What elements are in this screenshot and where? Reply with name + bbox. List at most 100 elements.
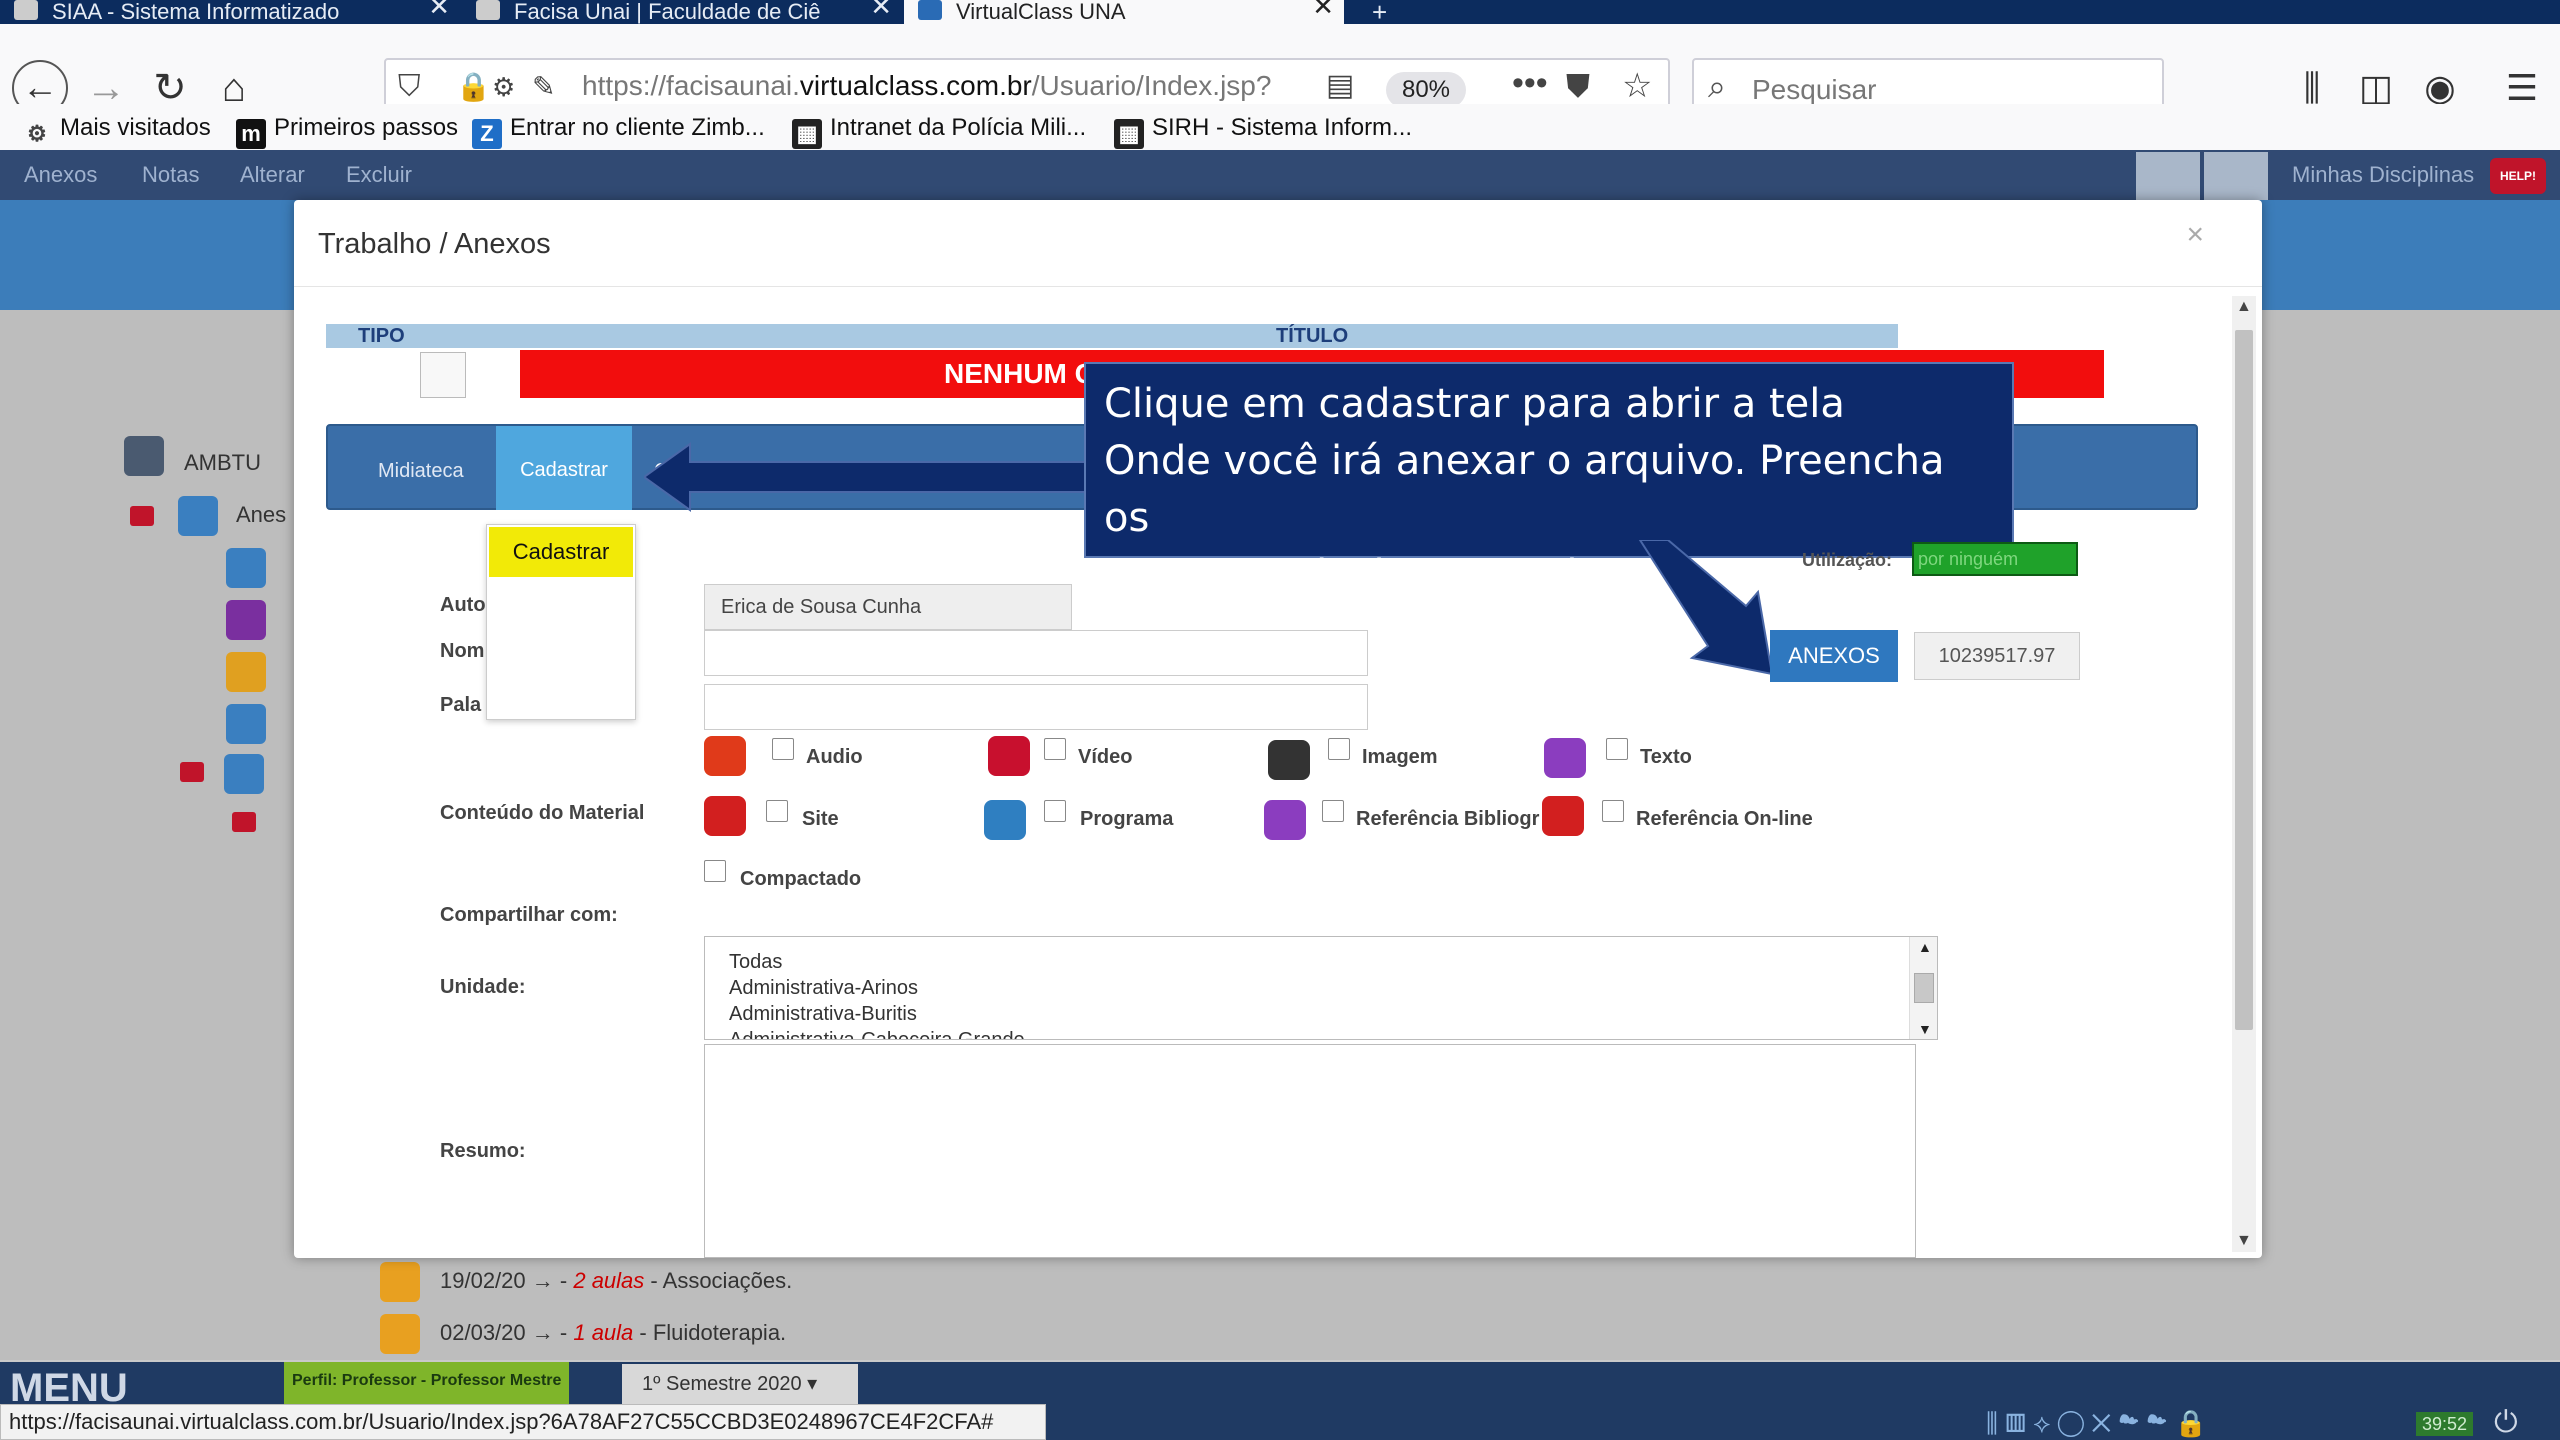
autor-field: Erica de Sousa Cunha [704, 584, 1072, 630]
tab-cadastrar[interactable]: Cadastrar [496, 426, 632, 510]
audio-checkbox[interactable] [772, 738, 794, 760]
empty-message: NENHUM C [944, 358, 1095, 389]
tray-icons[interactable]: ⫼ ▥ ⟡ ◯ ✕ ☁ ☁ 🔒 [1986, 1408, 2207, 1440]
bookmark-intranet[interactable]: ▦ Intranet da Polícia Mili... [792, 110, 1086, 149]
bookmark-primeiros-passos[interactable]: m Primeiros passos [236, 110, 458, 149]
close-tab-icon[interactable]: ✕ [870, 0, 892, 19]
unidade-option[interactable]: Administrativa-Arinos [729, 977, 918, 1000]
scroll-thumb[interactable] [1914, 973, 1934, 1003]
help-icon[interactable]: HELP! [2490, 158, 2546, 194]
app-menu-bar: Anexos Notas Alterar Excluir Minhas Disc… [0, 150, 2560, 200]
browser-tab-2[interactable]: Facisa Unai | Faculdade de Ciê ✕ [462, 0, 902, 24]
zoom-level[interactable]: 80% [1386, 72, 1466, 108]
pen-icon[interactable] [2136, 152, 2200, 200]
lesson-row[interactable]: 02/03/20 → - 1 aula - Fluidoterapia. [440, 1320, 786, 1346]
resumo-textarea[interactable] [704, 1044, 1916, 1258]
permissions-icon[interactable]: ⚙ [492, 72, 515, 103]
lesson-row[interactable]: 19/02/20 → - 2 aulas - Associações. [440, 1268, 792, 1294]
bookmark-label: Primeiros passos [274, 114, 459, 141]
divider [294, 286, 2262, 287]
programa-checkbox[interactable] [1044, 800, 1066, 822]
menu-anexos[interactable]: Anexos [24, 162, 97, 188]
semester-select[interactable]: 1º Semestre 2020 ▾ [622, 1364, 858, 1404]
bookmark-star-icon[interactable]: ☆ [1622, 66, 1652, 106]
bookmark-label: Mais visitados [60, 114, 211, 141]
url-path: /Usuario/Index.jsp? [1031, 70, 1272, 101]
scroll-up-icon[interactable]: ▲ [1918, 939, 1932, 955]
dropdown-cadastrar[interactable]: Cadastrar [489, 527, 633, 577]
close-icon[interactable]: × [2186, 218, 2204, 252]
grid-icon: ▦ [792, 119, 822, 149]
bookmark-zimbra[interactable]: Z Entrar no cliente Zimb... [472, 110, 765, 149]
scroll-up-icon[interactable]: ▲ [2236, 298, 2252, 316]
menu-excluir[interactable]: Excluir [346, 162, 412, 188]
tracking-icon[interactable]: ✎ [532, 70, 555, 103]
texto-checkbox[interactable] [1606, 738, 1628, 760]
folder-icon [178, 496, 218, 536]
pocket-icon[interactable]: ⛊ [1566, 68, 1590, 106]
unidade-option[interactable]: Todas [729, 951, 782, 974]
unidade-option[interactable]: Administrativa-Buritis [729, 1003, 917, 1026]
unidade-option[interactable]: Administrativa-Cabeceira Grande [729, 1029, 1025, 1039]
pointer-arrow [644, 442, 1104, 512]
scroll-down-icon[interactable]: ▼ [2236, 1232, 2252, 1250]
text-icon [1544, 738, 1586, 778]
menu-notas[interactable]: Notas [142, 162, 199, 188]
page-actions-icon[interactable]: ••• [1512, 64, 1548, 103]
listbox-scrollbar[interactable]: ▲ ▼ [1909, 937, 1937, 1039]
reader-view-icon[interactable]: ▤ [1326, 68, 1354, 103]
document-icon [420, 352, 466, 398]
video-checkbox[interactable] [1044, 738, 1066, 760]
bookmark-mais-visitados[interactable]: ⚙ Mais visitados [22, 110, 211, 149]
palavras-field[interactable] [704, 684, 1368, 730]
imagem-checkbox[interactable] [1328, 738, 1350, 760]
semester-value: 1º Semestre 2020 [642, 1373, 802, 1395]
help-label: HELP! [2500, 169, 2536, 183]
tab-midiateca[interactable]: Midiateca [378, 460, 464, 483]
anexos-button[interactable]: ANEXOS [1770, 630, 1898, 682]
z-icon: Z [472, 119, 502, 149]
lesson-date: 02/03/20 [440, 1320, 526, 1345]
close-tab-icon[interactable]: ✕ [428, 0, 450, 19]
scroll-down-icon[interactable]: ▼ [1918, 1021, 1932, 1037]
collapse-icon[interactable] [130, 506, 154, 526]
browser-tab-3[interactable]: VirtualClass UNA ✕ [904, 0, 1344, 24]
column-titulo: TÍTULO [1276, 325, 1349, 347]
bookmark-label: Entrar no cliente Zimb... [510, 114, 765, 141]
referencia-online-checkbox[interactable] [1602, 800, 1624, 822]
utilizacao-value: por ninguém [1918, 549, 2019, 569]
minhas-disciplinas-link[interactable]: Minhas Disciplinas [2292, 162, 2474, 188]
close-tab-icon[interactable]: ✕ [1312, 0, 1334, 19]
document-icon[interactable] [2204, 152, 2268, 200]
compactado-checkbox[interactable] [704, 860, 726, 882]
nome-field[interactable] [704, 630, 1368, 676]
item-icon [226, 652, 266, 692]
profile-badge: Perfil: Professor - Professor Mestre [284, 1362, 570, 1406]
table-header: TIPO TÍTULO [326, 324, 1898, 348]
course-label[interactable]: AMBTU [184, 450, 261, 476]
modal-scrollbar[interactable]: ▲ ▼ [2232, 296, 2256, 1252]
program-icon [984, 800, 1026, 840]
collapse-icon[interactable] [180, 762, 204, 782]
site-checkbox[interactable] [766, 800, 788, 822]
referencia-bibliografica-checkbox[interactable] [1322, 800, 1344, 822]
audio-label: Audio [806, 746, 863, 768]
power-icon[interactable]: ⏻ [2494, 1406, 2518, 1440]
tab-label: SIAA - Sistema Informatizado [52, 0, 340, 24]
m-icon: m [236, 119, 266, 149]
new-tab-button[interactable]: + [1360, 0, 1410, 24]
site-icon [704, 796, 746, 836]
menu-alterar[interactable]: Alterar [240, 162, 305, 188]
collapse-icon[interactable] [232, 812, 256, 832]
browser-tab-1[interactable]: SIAA - Sistema Informatizado ✕ [0, 0, 460, 24]
item-icon [226, 704, 266, 744]
url-text[interactable]: https://facisaunai.virtualclass.com.br/U… [582, 70, 1271, 102]
shield-icon[interactable]: ⛉ [398, 70, 421, 104]
unidade-listbox[interactable]: Todas Administrativa-Arinos Administrati… [704, 936, 1938, 1040]
scroll-thumb[interactable] [2235, 330, 2253, 1030]
audio-icon [704, 736, 746, 776]
subject-label[interactable]: Anes [236, 502, 286, 528]
bookmark-sirh[interactable]: ▦ SIRH - Sistema Inform... [1114, 110, 1412, 149]
site-favicon-icon [918, 0, 942, 20]
lock-icon[interactable]: 🔒 [456, 70, 491, 103]
